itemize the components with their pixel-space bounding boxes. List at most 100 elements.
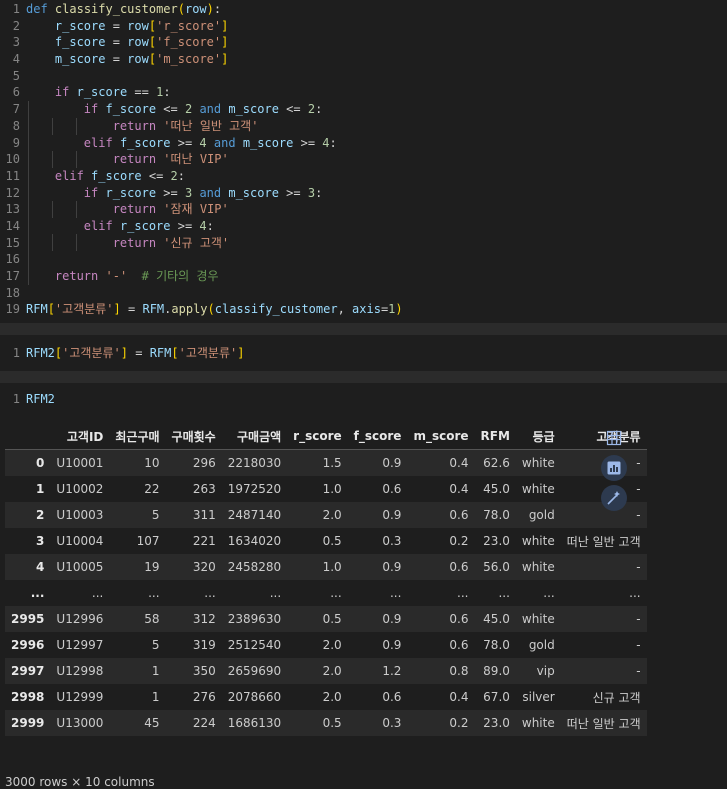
table-cell: 319 bbox=[192, 638, 216, 652]
token: r_score bbox=[54, 18, 106, 33]
line-number: 2 bbox=[12, 18, 20, 33]
line-number: 8 bbox=[12, 118, 20, 133]
token: r_score bbox=[105, 185, 157, 200]
table-cell: 276 bbox=[192, 690, 216, 704]
table-row: 4 U10005 19 320 2458280 1.0 0.9 0.6 56.0 white - bbox=[5, 554, 647, 580]
table-cell: 62.6 bbox=[474, 449, 516, 476]
table-cell: ... bbox=[148, 586, 160, 600]
token: row bbox=[127, 35, 149, 50]
table-cell: U12997 bbox=[56, 638, 104, 652]
table-view-button[interactable] bbox=[601, 425, 627, 451]
index-header bbox=[5, 423, 51, 450]
table-cell: 0.9 bbox=[347, 606, 408, 632]
column-header: 구매금액 bbox=[221, 423, 288, 450]
token: row bbox=[127, 18, 149, 33]
token: axis bbox=[352, 302, 381, 317]
cell-separator bbox=[0, 323, 727, 335]
table-cell: white bbox=[521, 482, 555, 496]
table-cell: ... bbox=[204, 586, 216, 600]
table-cell: 311 bbox=[165, 502, 222, 528]
table-cell: 1.0 bbox=[322, 482, 342, 496]
table-cell: 296 bbox=[165, 449, 222, 476]
code-line: 9 elif f_score >= 4 and m_score >= 4: bbox=[0, 135, 727, 152]
table-cell: white bbox=[515, 606, 561, 632]
line-number: 6 bbox=[12, 85, 20, 100]
table-cell: ... bbox=[457, 586, 469, 600]
code-line: 14 elif r_score >= 4: bbox=[0, 218, 727, 235]
table-cell: U13000 bbox=[50, 710, 110, 736]
line-number: 4 bbox=[12, 52, 20, 67]
line-number: 10 bbox=[5, 152, 20, 167]
table-cell: white bbox=[515, 554, 561, 580]
generate-code-button[interactable] bbox=[601, 485, 627, 511]
table-cell: 350 bbox=[165, 658, 222, 684]
token: '고객분류' bbox=[62, 345, 121, 360]
column-header: RFM bbox=[474, 423, 516, 450]
row-index: 4 bbox=[5, 554, 51, 580]
code-cell[interactable]: 1 def classify_customer(row): 2 r_score =… bbox=[0, 0, 727, 323]
line-number: 11 bbox=[5, 168, 20, 183]
table-cell: ... bbox=[543, 586, 555, 600]
table-cell: 45 bbox=[109, 710, 166, 736]
token: 1 bbox=[156, 85, 164, 100]
table-cell: ... bbox=[629, 586, 641, 600]
table-cell: U12996 bbox=[50, 606, 110, 632]
chart-suggest-button[interactable] bbox=[601, 455, 627, 481]
table-cell: 떠난 일반 고객 bbox=[566, 534, 641, 549]
table-cell: 0.6 bbox=[407, 554, 475, 580]
table-cell: 2512540 bbox=[227, 638, 282, 652]
token: elif bbox=[83, 135, 113, 150]
table-cell: white bbox=[515, 449, 561, 476]
table-cell: 0.6 bbox=[407, 606, 475, 632]
token: '신규 고객' bbox=[163, 235, 230, 250]
table-cell: 2.0 bbox=[287, 502, 348, 528]
token: 'm_score' bbox=[156, 52, 222, 67]
column-header: 최근구매 bbox=[109, 423, 166, 450]
token: and bbox=[199, 185, 222, 200]
row-index: ... bbox=[30, 586, 45, 600]
table-row: 2 U10003 5 311 2487140 2.0 0.9 0.6 78.0 gold - bbox=[5, 502, 647, 528]
table-cell: 떠난 일반 고객 bbox=[560, 710, 647, 736]
code-cell-3[interactable]: 1 RFM2 bbox=[0, 383, 727, 415]
code-line: 1 def classify_customer(row): bbox=[0, 1, 727, 18]
token: 3 bbox=[307, 185, 316, 200]
table-cell: 1 bbox=[151, 690, 160, 704]
column-header: m_score bbox=[407, 423, 475, 450]
token: apply bbox=[171, 302, 208, 317]
cell-separator bbox=[0, 371, 727, 383]
table-cell: 2389630 bbox=[221, 606, 288, 632]
token: RFM bbox=[142, 302, 165, 317]
table-cell: 0.4 bbox=[449, 482, 469, 496]
token: elif bbox=[54, 168, 84, 183]
token: '-' bbox=[105, 269, 128, 283]
table-cell: 0.3 bbox=[347, 710, 408, 736]
table-cell: U10004 bbox=[56, 534, 104, 548]
table-cell: white bbox=[515, 710, 561, 736]
table-cell: 0.8 bbox=[407, 658, 475, 684]
table-cell: 1.0 bbox=[287, 554, 348, 580]
table-cell: 23.0 bbox=[474, 710, 516, 736]
code-line: 15 return '신규 고객' bbox=[0, 235, 727, 252]
table-cell: white bbox=[521, 534, 555, 548]
table-cell: 78.0 bbox=[483, 638, 510, 652]
table-cell: 0.5 bbox=[322, 534, 342, 548]
table-cell: 0.9 bbox=[347, 449, 408, 476]
table-cell: 320 bbox=[165, 554, 222, 580]
token: classify_customer bbox=[54, 2, 178, 16]
table-cell: 45.0 bbox=[474, 606, 516, 632]
table-cell: U10005 bbox=[50, 554, 110, 580]
table-cell: 0.6 bbox=[449, 638, 469, 652]
table-cell: 0.9 bbox=[347, 502, 408, 528]
code-cell-2[interactable]: 1 RFM2['고객분류'] = RFM['고객분류'] bbox=[0, 335, 727, 371]
table-cell: 263 bbox=[192, 482, 216, 496]
code-line: 1 RFM2 bbox=[0, 391, 55, 408]
table-row: 2997 U12998 1 350 2659690 2.0 1.2 0.8 89.0 vip - bbox=[5, 658, 647, 684]
table-cell: 45.0 bbox=[483, 482, 510, 496]
table-cell: 22 bbox=[144, 482, 160, 496]
token: RFM bbox=[149, 345, 172, 360]
line-number: 15 bbox=[5, 235, 20, 250]
token: r_score bbox=[119, 218, 171, 233]
code-line: 19 RFM['고객분류'] = RFM.apply(classify_custo… bbox=[0, 301, 727, 318]
table-cell: 2.0 bbox=[287, 658, 348, 684]
table-cell: 0.9 bbox=[382, 638, 402, 652]
